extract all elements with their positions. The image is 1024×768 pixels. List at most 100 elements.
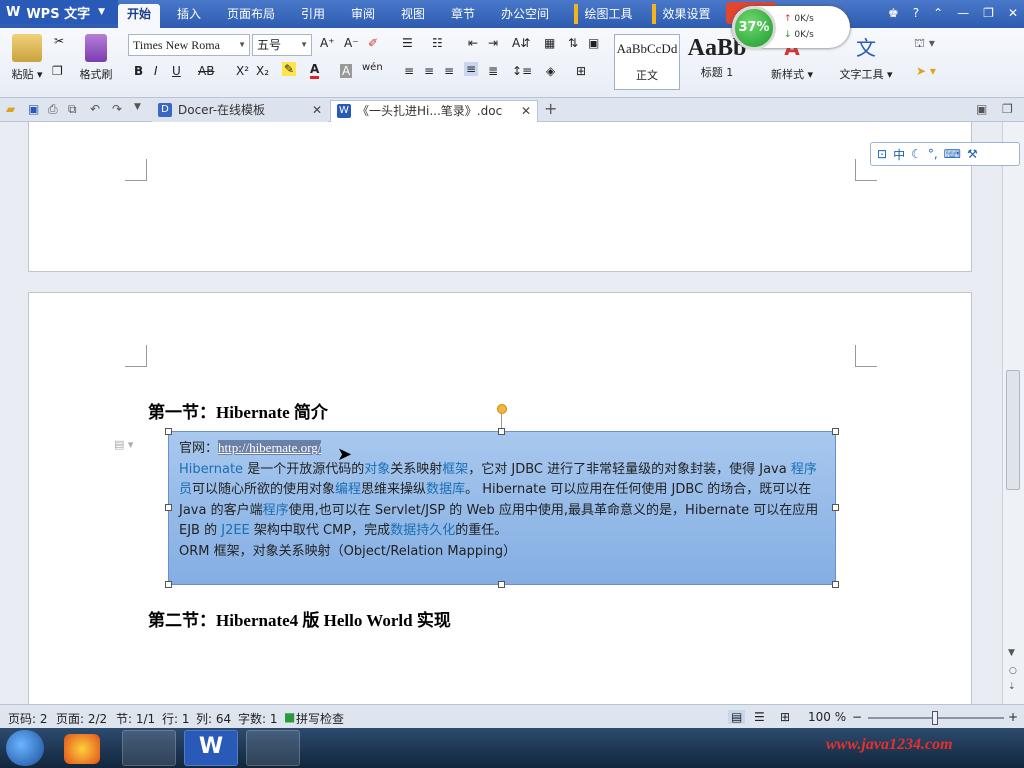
link-database[interactable]: 数据库 <box>426 482 465 497</box>
taskbar-item-3[interactable] <box>246 730 300 766</box>
taskbar-wps[interactable]: W <box>184 730 238 766</box>
scroll-thumb[interactable] <box>1006 370 1020 490</box>
resize-handle[interactable] <box>498 428 505 435</box>
show-marks-icon[interactable]: ▣ <box>588 36 599 50</box>
minimize-icon[interactable]: — <box>957 6 969 20</box>
close-tab-icon[interactable]: ✕ <box>312 100 322 120</box>
font-name-select[interactable]: Times New Roma ▼ <box>128 34 250 56</box>
font-color-icon[interactable]: A <box>310 62 320 79</box>
resize-handle[interactable] <box>165 504 172 511</box>
tab-view[interactable]: 视图 <box>392 4 434 24</box>
distributed-icon[interactable]: ≣ <box>488 64 498 78</box>
tab-document[interactable]: W 《一头扎进Hi...笔录》.doc ✕ <box>330 100 538 122</box>
new-tab-icon[interactable]: + <box>544 99 557 118</box>
tab-insert[interactable]: 插入 <box>168 4 210 24</box>
align-left-icon[interactable]: ≡ <box>404 64 414 78</box>
shading-icon[interactable]: ◈ <box>546 64 555 78</box>
status-words[interactable]: 字数: 1 <box>238 710 278 727</box>
ime-tools-icon[interactable]: ⚒ <box>967 147 978 161</box>
tab-restore-icon[interactable]: ❐ <box>1002 102 1013 116</box>
link-programming[interactable]: 编程 <box>335 482 361 497</box>
link-object[interactable]: 对象 <box>364 462 390 477</box>
text-tools-button[interactable]: 文 文字工具 ▾ <box>836 34 896 82</box>
wps-menu-button[interactable]: W WPS 文字 ▼ <box>0 0 118 24</box>
print-icon[interactable]: ⎙ <box>48 102 58 117</box>
resize-handle[interactable] <box>498 581 505 588</box>
cut-icon[interactable]: ✂ <box>54 34 64 48</box>
table-icon[interactable]: ▦ <box>544 36 555 50</box>
page-view-icon[interactable]: ▤ <box>728 710 746 724</box>
tab-office-space[interactable]: 办公空间 <box>494 4 556 24</box>
rotation-handle[interactable] <box>497 404 507 414</box>
bullets-icon[interactable]: ☰ <box>402 36 413 50</box>
heading-section-1[interactable]: 第一节：Hibernate 简介 <box>148 398 328 423</box>
zoom-out-icon[interactable]: − <box>852 710 862 724</box>
resize-handle[interactable] <box>832 428 839 435</box>
sort-icon[interactable]: ⇅ <box>568 36 578 50</box>
open-icon[interactable]: ▰ <box>6 102 15 116</box>
select-icon[interactable]: ➤ ▾ <box>916 64 936 78</box>
link-persistence[interactable]: 数据持久化 <box>390 523 455 538</box>
tab-references[interactable]: 引用 <box>292 4 334 24</box>
restore-icon[interactable]: ❐ <box>983 6 994 20</box>
tab-home[interactable]: 开始 <box>118 4 160 28</box>
scroll-down-icon[interactable]: ▼ <box>1008 648 1015 658</box>
resize-handle[interactable] <box>165 428 172 435</box>
paragraph-menu-icon[interactable]: ▤ ▾ <box>114 438 133 451</box>
font-size-select[interactable]: 五号 ▼ <box>252 34 312 56</box>
close-tab-icon[interactable]: ✕ <box>521 101 531 121</box>
next-page-icon[interactable]: ⇣ <box>1008 682 1016 692</box>
superscript-icon[interactable]: X² <box>236 64 249 78</box>
tab-effect-settings[interactable]: 效果设置 <box>652 4 714 24</box>
justify-icon[interactable]: ≡ <box>464 62 479 76</box>
bold-icon[interactable]: B <box>134 64 143 78</box>
tab-docer[interactable]: D Docer-在线模板 ✕ <box>152 100 328 122</box>
hibernate-link[interactable]: http://hibernate.org/ <box>218 440 322 455</box>
underline-icon[interactable]: U <box>172 64 181 78</box>
tab-page-layout[interactable]: 页面布局 <box>220 4 282 24</box>
close-icon[interactable]: ✕ <box>1008 6 1018 20</box>
find-replace-icon[interactable]: ⛫ ▾ <box>914 36 935 52</box>
link-j2ee[interactable]: J2EE <box>221 523 250 538</box>
text-box[interactable]: 官网：http://hibernate.org/ Hibernate 是一个开放… <box>168 431 836 585</box>
tab-review[interactable]: 审阅 <box>342 4 384 24</box>
format-painter-button[interactable]: 格式刷 <box>76 34 116 82</box>
outline-view-icon[interactable]: ☰ <box>754 710 765 724</box>
link-program[interactable]: 程序 <box>263 503 289 518</box>
punctuation-icon[interactable]: °, <box>928 147 938 161</box>
align-right-icon[interactable]: ≡ <box>444 64 454 78</box>
zoom-thumb[interactable] <box>932 711 938 725</box>
keyboard-icon[interactable]: ⌨ <box>944 147 961 161</box>
indent-decrease-icon[interactable]: ⇤ <box>468 36 478 50</box>
resize-handle[interactable] <box>832 504 839 511</box>
help-icon[interactable]: ? <box>913 6 919 20</box>
skin-icon[interactable]: ♚ <box>888 6 899 20</box>
shrink-font-icon[interactable]: A⁻ <box>344 36 359 50</box>
zoom-level[interactable]: 100 % <box>808 710 846 724</box>
grow-font-icon[interactable]: A⁺ <box>320 36 335 50</box>
resize-handle[interactable] <box>165 581 172 588</box>
qa-dropdown-icon[interactable]: ▼ <box>134 102 141 112</box>
ime-logo-icon[interactable]: ⊡ <box>877 147 887 161</box>
redo-icon[interactable]: ↷ <box>112 102 122 116</box>
paste-button[interactable]: 粘贴 ▾ <box>8 34 46 82</box>
app-icon[interactable] <box>64 734 100 764</box>
text-direction-icon[interactable]: A⇵ <box>512 36 530 50</box>
strikethrough-icon[interactable]: AB <box>198 64 214 78</box>
collapse-icon[interactable]: ⌃ <box>933 6 943 20</box>
numbering-icon[interactable]: ☷ <box>432 36 443 50</box>
start-button[interactable] <box>6 730 44 766</box>
copy-icon[interactable]: ❐ <box>52 64 63 78</box>
print-preview-icon[interactable]: ⧉ <box>68 102 77 117</box>
ime-mode[interactable]: 中 <box>893 146 905 163</box>
half-width-icon[interactable]: ☾ <box>911 147 922 161</box>
zoom-in-icon[interactable]: + <box>1008 710 1018 724</box>
tab-section[interactable]: 章节 <box>442 4 484 24</box>
taskbar-item-1[interactable] <box>122 730 176 766</box>
borders-icon[interactable]: ⊞ <box>576 64 586 78</box>
highlight-icon[interactable]: ✎ <box>282 62 297 76</box>
align-center-icon[interactable]: ≡ <box>424 64 434 78</box>
undo-icon[interactable]: ↶ <box>90 102 100 116</box>
web-view-icon[interactable]: ⊞ <box>780 710 790 724</box>
link-hibernate[interactable]: Hibernate <box>179 462 243 477</box>
